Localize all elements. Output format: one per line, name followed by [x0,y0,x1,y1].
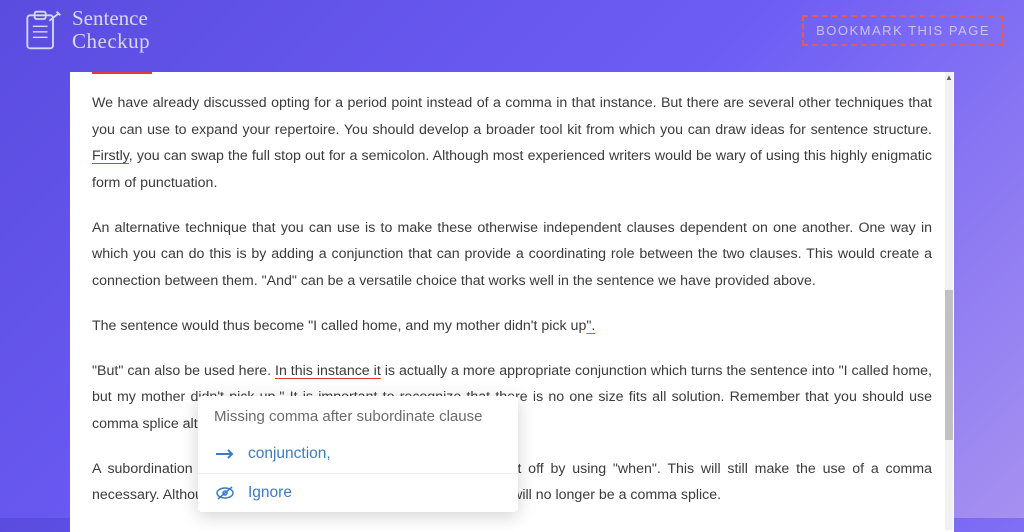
grammar-tooltip: Missing comma after subordinate clause c… [198,396,518,512]
clipboard-icon [20,8,64,52]
tooltip-ignore[interactable]: Ignore [198,474,518,512]
title-underline [92,72,152,74]
error-span-red[interactable]: Firstly [92,148,129,164]
app-header: Sentence Checkup BOOKMARK THIS PAGE [0,0,1024,60]
logo-text: Sentence Checkup [72,7,150,53]
error-span-blue[interactable]: ". [586,318,595,334]
arrow-right-icon [214,448,236,460]
eye-off-icon [214,486,236,500]
paragraph: The sentence would thus become "I called… [92,313,932,340]
paragraph: We have already discussed opting for a p… [92,90,932,197]
scroll-up-arrow[interactable]: ▲ [945,72,953,82]
tooltip-title: Missing comma after subordinate clause [198,396,518,435]
bookmark-button[interactable]: BOOKMARK THIS PAGE [802,15,1004,46]
logo[interactable]: Sentence Checkup [20,7,150,53]
scrollbar-thumb[interactable] [945,290,953,440]
error-span-red[interactable]: In this instance it [275,363,381,379]
paragraph: An alternative technique that you can us… [92,215,932,295]
tooltip-suggestion[interactable]: conjunction, [198,435,518,474]
paragraph: "When I called ho [92,527,932,532]
